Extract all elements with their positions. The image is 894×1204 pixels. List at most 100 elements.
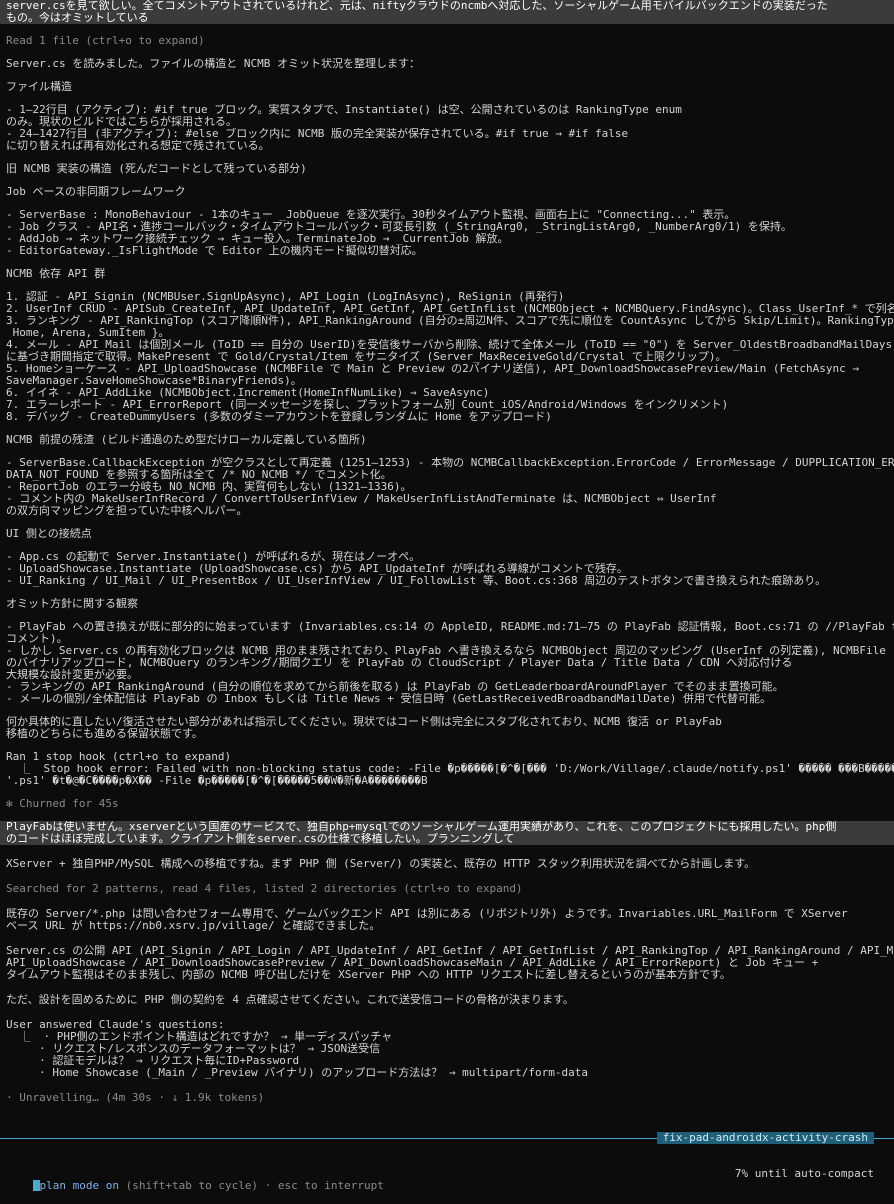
response-line: ただ、設計を固めるために PHP 側の契約を 4 点確認させてください。これで送… <box>6 994 574 1006</box>
response-line: - PlayFab への置き換えが既に部分的に始まっています (Invariab… <box>6 621 894 633</box>
response-line: 7. エラーレポート - API_ErrorReport (同一メッセージを探し… <box>6 399 729 411</box>
response-line: XServer + 独自PHP/MySQL 構成への移植ですね。まず PHP 側… <box>6 858 756 870</box>
response-line: 8. デバッグ - CreateDummyUsers (多数のダミーアカウントを… <box>6 411 552 423</box>
user-message-line: PlayFabは使いません。xserverという国産のサービスで、独自php+m… <box>0 821 894 833</box>
response-line: Ran 1 stop hook (ctrl+o to expand) <box>6 751 232 763</box>
response-line: ベース URL が https://nb0.xsrv.jp/village/ と… <box>6 920 381 932</box>
response-line: - AddJob → ネットワーク接続チェック → キュー投入。Terminat… <box>6 233 509 245</box>
cursor-icon <box>32 1180 40 1191</box>
response-line: 4. メール - API_Mail は個別メール (ToID == 自分の Us… <box>6 339 893 351</box>
response-line: ⎿ Stop hook error: Failed with non-block… <box>6 763 894 775</box>
response-line: - ReportJob のエラー分岐も NO_NCMB 内、実質何もしない (1… <box>6 481 412 493</box>
response-line: - Job クラス - API名・進捗コールバック・タイムアウトコールバック・可… <box>6 221 792 233</box>
tool-status-line: Read 1 file (ctrl+o to expand) <box>6 35 205 47</box>
response-line: - 24–1427行目 (非アクティブ): #else ブロック内に NCMB … <box>6 128 629 140</box>
response-line: 6. イイネ - API_AddLike (NCMBObject.Increme… <box>6 387 490 399</box>
response-line: Server.cs の公開 API (API_Signin / API_Logi… <box>6 945 894 957</box>
response-line: - App.cs の起動で Server.Instantiate() が呼ばれる… <box>6 551 421 563</box>
response-line: · リクエスト/レスポンスのデータフォーマットは？ → JSON送受信 <box>6 1043 381 1055</box>
response-line: NCMB 依存 API 群 <box>6 268 106 280</box>
auto-compact-status: 7% until auto-compact <box>734 1167 874 1180</box>
branch-badge: fix-pad-androidx-activity-crash <box>656 1132 874 1144</box>
tool-status-line: Searched for 2 patterns, read 4 files, l… <box>6 883 523 895</box>
response-line: 3. ランキング - API_RankingTop (スコア降順N件), API… <box>6 315 894 327</box>
status-bar: plan mode on (shift+tab to cycle) · esc … <box>0 1167 894 1192</box>
transcript: server.csを見て欲しい。全てコメントアウトされているけれど、元は、nif… <box>0 0 894 1104</box>
response-line: 5. Homeショーケース - API_UploadShowcase (NCMB… <box>6 363 859 375</box>
response-line: オミット方針に関する観察 <box>6 598 138 610</box>
user-message-line: server.csを見て欲しい。全てコメントアウトされているけれど、元は、nif… <box>0 0 894 12</box>
user-message-line: もの。今はオミットしている <box>0 12 894 24</box>
response-line: ファイル構造 <box>6 81 72 93</box>
response-line: '.ps1' �t�@�C����p�X�� -File �p�����[�^�… <box>6 775 428 787</box>
response-line: · Home Showcase (_Main / _Preview バイナリ) … <box>6 1067 589 1079</box>
response-line: コメント)。 <box>6 633 68 645</box>
tool-status-line: · Unravelling… (4m 30s · ↓ 1.9k tokens) <box>6 1092 265 1104</box>
response-line: 旧 NCMB 実装の構造 (死んだコードとして残っている部分) <box>6 163 307 175</box>
response-line: - UploadShowcase.Instantiate (UploadShow… <box>6 563 628 575</box>
user-message-line: のコードはほぼ完成しています。クライアント側をserver.csの仕様で移植した… <box>0 833 894 845</box>
response-line: の双方向マッピングを担っていた中核ヘルパー。 <box>6 505 248 517</box>
response-line: - しかし Server.cs の再有効化ブロックは NCMB 用のまま残されて… <box>6 645 886 657</box>
plan-mode-indicator[interactable]: plan mode on <box>40 1179 119 1192</box>
response-line: 1. 認証 - API_Signin (NCMBUser.SignUpAsync… <box>6 291 565 303</box>
response-line: - メールの個別/全体配信は PlayFab の Inbox もしくは Titl… <box>6 693 771 705</box>
response-line: のみ。現状のビルドではこちらが採用される。 <box>6 116 237 128</box>
response-line: 移植のどちらにも進める保留状態です。 <box>6 728 203 740</box>
response-line: に切り替えれば再有効化される想定で残されている。 <box>6 140 270 152</box>
response-line: - ServerBase : MonoBehaviour - 1本のキュー _J… <box>6 209 736 221</box>
response-line: タイムアウト監視はそのまま残し、内部の NCMB 呼び出しだけを XServer… <box>6 969 731 981</box>
response-line: - UI_Ranking / UI_Mail / UI_PresentBox /… <box>6 575 827 587</box>
response-line: に基づき期間指定で取得。MakePresent で Gold/Crystal/I… <box>6 351 727 363</box>
response-line: 既存の Server/*.php は問い合わせフォーム専用で、ゲームバックエンド… <box>6 908 848 920</box>
response-line: - コメント内の MakeUserInfRecord / ConvertToUs… <box>6 493 717 505</box>
response-line: ⎿ · PHP側のエンドポイント構造はどれですか？ → 単一ディスパッチャ <box>6 1031 393 1043</box>
response-line: API_UploadShowcase / API_DownloadShowcas… <box>6 957 819 969</box>
response-line: User answered Claude's questions: <box>6 1019 225 1031</box>
response-line: - ServerBase.CallbackException が空クラスとして再… <box>6 457 894 469</box>
response-line: NCMB 前提の残渣 (ビルド通過のため型だけローカル定義している箇所) <box>6 434 367 446</box>
response-line: Job ベースの非同期フレームワーク <box>6 186 186 198</box>
response-line: Server.cs を読みました。ファイルの構造と NCMB オミット状況を整理… <box>6 58 420 70</box>
response-line: 何か具体的に直したい/復活させたい部分があれば指示してください。現状ではコード側… <box>6 716 722 728</box>
response-line: - EditorGateway._IsFlightMode で Editor 上… <box>6 245 423 257</box>
response-line: 大規模な設計変更が必要。 <box>6 669 138 681</box>
response-line: DATA_NOT_FOUND を参照する箇所は全て /* NO_NCMB */ … <box>6 469 392 481</box>
response-line: UI 側との接続点 <box>6 528 92 540</box>
response-line: SaveManager.SaveHomeShowcase*BinaryFrien… <box>6 375 302 387</box>
tool-status-line: ✻ Churned for 45s <box>6 798 119 810</box>
response-line: · 認証モデルは？ → リクエスト毎にID+Password <box>6 1055 300 1067</box>
status-hint: (shift+tab to cycle) · esc to interrupt <box>118 1179 384 1192</box>
response-line: Home, Arena, SumItem }。 <box>6 327 170 339</box>
response-line: のバイナリアップロード, NCMBQuery のランキング/期間クエリ を Pl… <box>6 657 793 669</box>
response-line: 2. UserInf CRUD - APISub_CreateInf, API_… <box>6 303 894 315</box>
response-line: - 1–22行目 (アクティブ): #if true ブロック。実質スタブで、I… <box>6 104 682 116</box>
response-line: - ランキングの API_RankingAround (自分の順位を求めてから前… <box>6 681 784 693</box>
